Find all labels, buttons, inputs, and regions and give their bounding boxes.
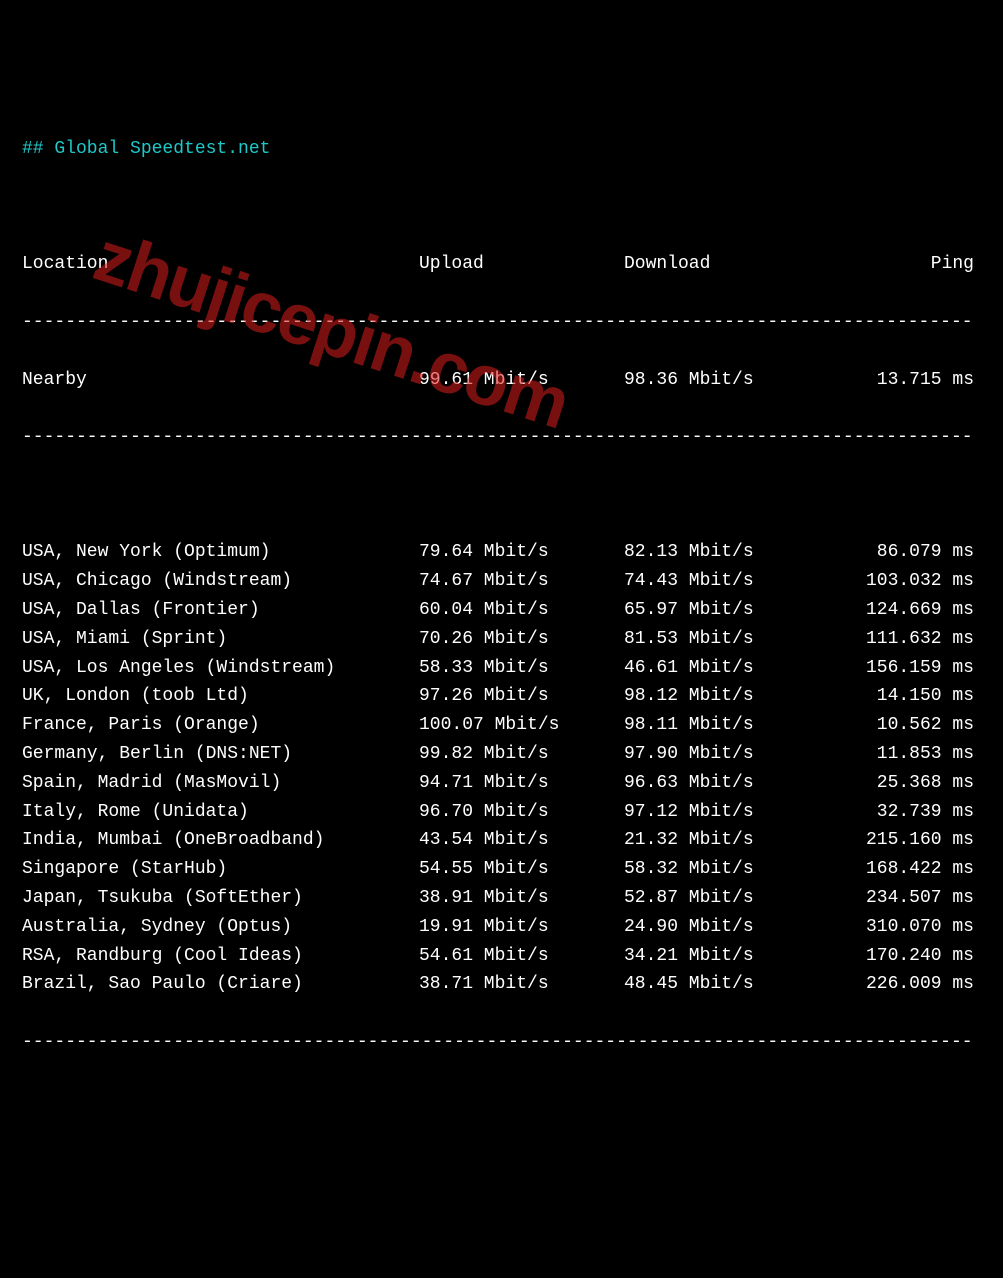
- table-row: Brazil, Sao Paulo (Criare)38.71 Mbit/s48…: [22, 970, 981, 999]
- cell-download: 81.53 Mbit/s: [624, 625, 834, 654]
- nearby-ping: 13.715 ms: [834, 366, 974, 395]
- cell-upload: 79.64 Mbit/s: [419, 538, 624, 567]
- nearby-row: Nearby 99.61 Mbit/s 98.36 Mbit/s 13.715 …: [22, 366, 981, 395]
- table-row: USA, Chicago (Windstream)74.67 Mbit/s74.…: [22, 567, 981, 596]
- cell-ping: 32.739 ms: [834, 798, 974, 827]
- table-row: Spain, Madrid (MasMovil)94.71 Mbit/s96.6…: [22, 769, 981, 798]
- table-row: Germany, Berlin (DNS:NET)99.82 Mbit/s97.…: [22, 740, 981, 769]
- cell-download: 96.63 Mbit/s: [624, 769, 834, 798]
- cell-upload: 19.91 Mbit/s: [419, 913, 624, 942]
- cell-download: 97.90 Mbit/s: [624, 740, 834, 769]
- cell-download: 48.45 Mbit/s: [624, 970, 834, 999]
- cell-location: USA, Miami (Sprint): [22, 625, 419, 654]
- cell-ping: 10.562 ms: [834, 711, 974, 740]
- cell-upload: 38.91 Mbit/s: [419, 884, 624, 913]
- cell-upload: 54.61 Mbit/s: [419, 942, 624, 971]
- table-row: Japan, Tsukuba (SoftEther)38.91 Mbit/s52…: [22, 884, 981, 913]
- col-location: Location: [22, 250, 419, 279]
- cell-ping: 310.070 ms: [834, 913, 974, 942]
- cell-ping: 14.150 ms: [834, 682, 974, 711]
- blank-line: [22, 481, 981, 510]
- table-row: India, Mumbai (OneBroadband)43.54 Mbit/s…: [22, 826, 981, 855]
- cell-location: Italy, Rome (Unidata): [22, 798, 419, 827]
- table-row: USA, Dallas (Frontier)60.04 Mbit/s65.97 …: [22, 596, 981, 625]
- col-upload: Upload: [419, 250, 624, 279]
- speedtest-rows: USA, New York (Optimum)79.64 Mbit/s82.13…: [22, 538, 981, 999]
- cell-upload: 100.07 Mbit/s: [419, 711, 624, 740]
- cell-ping: 226.009 ms: [834, 970, 974, 999]
- cell-ping: 86.079 ms: [834, 538, 974, 567]
- cell-location: USA, Los Angeles (Windstream): [22, 654, 419, 683]
- cell-download: 21.32 Mbit/s: [624, 826, 834, 855]
- cell-download: 82.13 Mbit/s: [624, 538, 834, 567]
- divider: ----------------------------------------…: [22, 1028, 981, 1057]
- header-row: Location Upload Download Ping: [22, 250, 981, 279]
- cell-upload: 97.26 Mbit/s: [419, 682, 624, 711]
- cell-download: 65.97 Mbit/s: [624, 596, 834, 625]
- table-row: UK, London (toob Ltd)97.26 Mbit/s98.12 M…: [22, 682, 981, 711]
- blank-line: [22, 193, 981, 222]
- cell-download: 58.32 Mbit/s: [624, 855, 834, 884]
- nearby-download: 98.36 Mbit/s: [624, 366, 834, 395]
- cell-upload: 43.54 Mbit/s: [419, 826, 624, 855]
- cell-location: Brazil, Sao Paulo (Criare): [22, 970, 419, 999]
- nearby-upload: 99.61 Mbit/s: [419, 366, 624, 395]
- cell-download: 24.90 Mbit/s: [624, 913, 834, 942]
- table-row: USA, Los Angeles (Windstream)58.33 Mbit/…: [22, 654, 981, 683]
- cell-location: USA, Chicago (Windstream): [22, 567, 419, 596]
- cell-upload: 99.82 Mbit/s: [419, 740, 624, 769]
- table-row: France, Paris (Orange)100.07 Mbit/s98.11…: [22, 711, 981, 740]
- cell-ping: 234.507 ms: [834, 884, 974, 913]
- cell-ping: 25.368 ms: [834, 769, 974, 798]
- cell-location: Japan, Tsukuba (SoftEther): [22, 884, 419, 913]
- divider: ----------------------------------------…: [22, 308, 981, 337]
- table-row: Singapore (StarHub)54.55 Mbit/s58.32 Mbi…: [22, 855, 981, 884]
- cell-ping: 103.032 ms: [834, 567, 974, 596]
- cell-ping: 170.240 ms: [834, 942, 974, 971]
- table-row: Italy, Rome (Unidata)96.70 Mbit/s97.12 M…: [22, 798, 981, 827]
- cell-ping: 111.632 ms: [834, 625, 974, 654]
- cell-upload: 38.71 Mbit/s: [419, 970, 624, 999]
- table-row: USA, New York (Optimum)79.64 Mbit/s82.13…: [22, 538, 981, 567]
- cell-download: 98.11 Mbit/s: [624, 711, 834, 740]
- cell-ping: 215.160 ms: [834, 826, 974, 855]
- cell-ping: 168.422 ms: [834, 855, 974, 884]
- cell-location: Spain, Madrid (MasMovil): [22, 769, 419, 798]
- cell-upload: 54.55 Mbit/s: [419, 855, 624, 884]
- cell-location: Australia, Sydney (Optus): [22, 913, 419, 942]
- cell-location: India, Mumbai (OneBroadband): [22, 826, 419, 855]
- cell-upload: 60.04 Mbit/s: [419, 596, 624, 625]
- cell-download: 74.43 Mbit/s: [624, 567, 834, 596]
- cell-upload: 96.70 Mbit/s: [419, 798, 624, 827]
- nearby-location: Nearby: [22, 366, 419, 395]
- cell-download: 98.12 Mbit/s: [624, 682, 834, 711]
- report-title: ## Global Speedtest.net: [22, 135, 981, 164]
- col-download: Download: [624, 250, 834, 279]
- cell-location: USA, New York (Optimum): [22, 538, 419, 567]
- table-row: Australia, Sydney (Optus)19.91 Mbit/s24.…: [22, 913, 981, 942]
- cell-upload: 70.26 Mbit/s: [419, 625, 624, 654]
- cell-location: USA, Dallas (Frontier): [22, 596, 419, 625]
- divider: ----------------------------------------…: [22, 423, 981, 452]
- col-ping: Ping: [834, 250, 974, 279]
- table-row: USA, Miami (Sprint)70.26 Mbit/s81.53 Mbi…: [22, 625, 981, 654]
- cell-ping: 11.853 ms: [834, 740, 974, 769]
- cell-location: Germany, Berlin (DNS:NET): [22, 740, 419, 769]
- cell-download: 97.12 Mbit/s: [624, 798, 834, 827]
- cell-upload: 94.71 Mbit/s: [419, 769, 624, 798]
- cell-location: UK, London (toob Ltd): [22, 682, 419, 711]
- cell-upload: 58.33 Mbit/s: [419, 654, 624, 683]
- cell-location: RSA, Randburg (Cool Ideas): [22, 942, 419, 971]
- cell-location: Singapore (StarHub): [22, 855, 419, 884]
- table-row: RSA, Randburg (Cool Ideas)54.61 Mbit/s34…: [22, 942, 981, 971]
- cell-download: 34.21 Mbit/s: [624, 942, 834, 971]
- cell-download: 46.61 Mbit/s: [624, 654, 834, 683]
- cell-ping: 124.669 ms: [834, 596, 974, 625]
- cell-ping: 156.159 ms: [834, 654, 974, 683]
- cell-location: France, Paris (Orange): [22, 711, 419, 740]
- cell-upload: 74.67 Mbit/s: [419, 567, 624, 596]
- cell-download: 52.87 Mbit/s: [624, 884, 834, 913]
